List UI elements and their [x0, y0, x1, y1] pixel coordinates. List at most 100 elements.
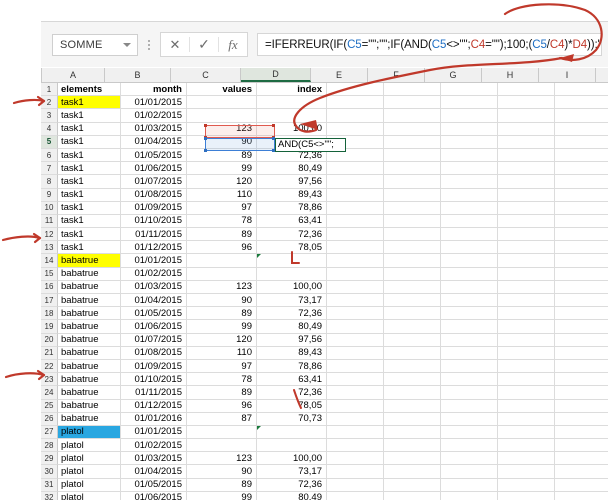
cell-G32[interactable] — [441, 491, 498, 500]
row-header-13[interactable]: 13 — [41, 241, 58, 255]
cell-H30[interactable] — [498, 465, 555, 479]
cell-G19[interactable] — [441, 320, 498, 334]
cell-B14[interactable]: 01/01/2015 — [121, 254, 187, 268]
name-box[interactable]: SOMME — [52, 33, 138, 56]
row-header-15[interactable]: 15 — [41, 267, 58, 281]
cell-A22[interactable]: babatrue — [58, 359, 121, 374]
cell-C13[interactable]: 96 — [187, 241, 257, 255]
cell-B26[interactable]: 01/01/2016 — [121, 412, 187, 426]
cell-A12[interactable]: task1 — [58, 228, 121, 242]
cell-H14[interactable] — [498, 254, 555, 268]
table-row[interactable]: 11 task1 01/10/2015 78 63,41 — [41, 214, 608, 229]
cell-B22[interactable]: 01/09/2015 — [121, 359, 187, 374]
cell-G15[interactable] — [441, 267, 498, 281]
table-row[interactable]: 12 task1 01/11/2015 89 72,36 — [41, 228, 608, 242]
cell-D27[interactable] — [257, 425, 327, 440]
cell-D30[interactable]: 73,17 — [257, 465, 327, 479]
cell-G8[interactable] — [441, 175, 498, 189]
cell-F16[interactable] — [384, 280, 441, 294]
cell-A18[interactable]: babatrue — [58, 307, 121, 321]
cell-B28[interactable]: 01/02/2015 — [121, 439, 187, 453]
cell-I21[interactable] — [555, 346, 608, 360]
cell-G18[interactable] — [441, 307, 498, 321]
cell-H25[interactable] — [498, 399, 555, 413]
row-header-22[interactable]: 22 — [41, 359, 58, 374]
cell-F7[interactable] — [384, 162, 441, 176]
cell-D14[interactable] — [257, 254, 327, 268]
cell-B17[interactable]: 01/04/2015 — [121, 294, 187, 308]
cell-A30[interactable]: platol — [58, 465, 121, 479]
table-row[interactable]: 23 babatrue 01/10/2015 78 63,41 — [41, 373, 608, 387]
cell-F14[interactable] — [384, 254, 441, 268]
table-row[interactable]: 19 babatrue 01/06/2015 99 80,49 — [41, 320, 608, 334]
cell-H19[interactable] — [498, 320, 555, 334]
cell-A14[interactable]: babatrue — [58, 254, 121, 268]
cell-G2[interactable] — [441, 96, 498, 110]
table-row[interactable]: 30 platol 01/04/2015 90 73,17 — [41, 465, 608, 479]
row-header-6[interactable]: 6 — [41, 148, 58, 163]
cell-E22[interactable] — [327, 359, 384, 374]
cell-C31[interactable]: 89 — [187, 478, 257, 492]
cell-E2[interactable] — [327, 96, 384, 110]
cell-E14[interactable] — [327, 254, 384, 268]
cell-E8[interactable] — [327, 175, 384, 189]
cell-I26[interactable] — [555, 412, 608, 426]
cell-G6[interactable] — [441, 148, 498, 163]
cell-I25[interactable] — [555, 399, 608, 413]
cell-I9[interactable] — [555, 188, 608, 202]
cell-C24[interactable]: 89 — [187, 386, 257, 400]
cell-I20[interactable] — [555, 333, 608, 347]
cell-C4[interactable]: 123 — [187, 122, 257, 136]
cell-C7[interactable]: 99 — [187, 162, 257, 176]
cell-D1[interactable]: index — [257, 83, 327, 97]
cell-D12[interactable]: 72,36 — [257, 228, 327, 242]
cell-I16[interactable] — [555, 280, 608, 294]
cell-A6[interactable]: task1 — [58, 148, 121, 163]
cell-I8[interactable] — [555, 175, 608, 189]
row-header-10[interactable]: 10 — [41, 201, 58, 215]
row-header-11[interactable]: 11 — [41, 214, 58, 229]
cell-B4[interactable]: 01/03/2015 — [121, 122, 187, 136]
row-header-14[interactable]: 14 — [41, 254, 58, 268]
cell-A24[interactable]: babatrue — [58, 386, 121, 400]
cell-G5[interactable] — [441, 135, 498, 149]
cell-B18[interactable]: 01/05/2015 — [121, 307, 187, 321]
cell-D23[interactable]: 63,41 — [257, 373, 327, 387]
row-header-31[interactable]: 31 — [41, 478, 58, 492]
cell-H12[interactable] — [498, 228, 555, 242]
cell-D13[interactable]: 78,05 — [257, 241, 327, 255]
cell-G16[interactable] — [441, 280, 498, 294]
cell-D25[interactable]: 78,05 — [257, 399, 327, 413]
row-header-28[interactable]: 28 — [41, 439, 58, 453]
cell-H13[interactable] — [498, 241, 555, 255]
cell-G4[interactable] — [441, 122, 498, 136]
cell-C5[interactable]: 90 — [187, 135, 257, 149]
cell-A17[interactable]: babatrue — [58, 294, 121, 308]
cell-B1[interactable]: month — [121, 83, 187, 97]
table-row[interactable]: 10 task1 01/09/2015 97 78,86 — [41, 201, 608, 215]
table-row[interactable]: 24 babatrue 01/11/2015 89 72,36 — [41, 386, 608, 400]
row-header-8[interactable]: 8 — [41, 175, 58, 189]
cell-C30[interactable]: 90 — [187, 465, 257, 479]
cell-H1[interactable] — [498, 83, 555, 97]
cell-C14[interactable] — [187, 254, 257, 268]
cell-D15[interactable] — [257, 267, 327, 281]
cell-F31[interactable] — [384, 478, 441, 492]
cell-H5[interactable] — [498, 135, 555, 149]
row-header-2[interactable]: 2 — [41, 96, 58, 110]
cell-C3[interactable] — [187, 109, 257, 123]
row-header-9[interactable]: 9 — [41, 188, 58, 202]
cell-E1[interactable] — [327, 83, 384, 97]
table-row[interactable]: 28 platol 01/02/2015 — [41, 439, 608, 453]
formula-input[interactable]: =IFERREUR(IF(C5 ="";"";IF(AND(C5 <>""; C4 ="… — [257, 33, 602, 56]
cell-B7[interactable]: 01/06/2015 — [121, 162, 187, 176]
table-row[interactable]: 9 task1 01/08/2015 110 89,43 — [41, 188, 608, 202]
confirm-formula-icon[interactable]: ✓ — [190, 34, 218, 55]
cell-E10[interactable] — [327, 201, 384, 215]
cell-H7[interactable] — [498, 162, 555, 176]
cell-D29[interactable]: 100,00 — [257, 452, 327, 466]
cell-G22[interactable] — [441, 359, 498, 374]
cell-H28[interactable] — [498, 439, 555, 453]
cell-H6[interactable] — [498, 148, 555, 163]
cell-B20[interactable]: 01/07/2015 — [121, 333, 187, 347]
